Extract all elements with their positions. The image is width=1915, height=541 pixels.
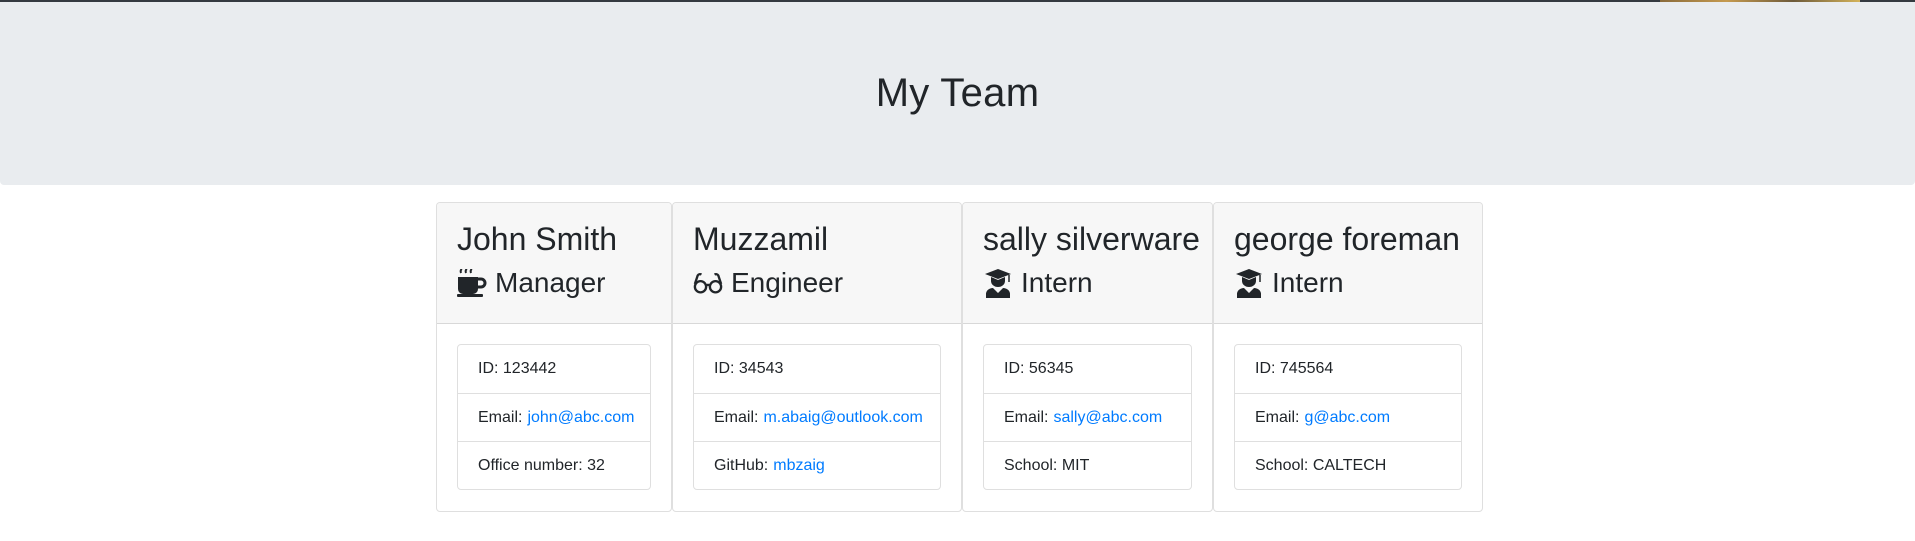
- card-header: sally silverware Intern: [963, 203, 1212, 324]
- email-row: Email: sally@abc.com: [984, 393, 1191, 441]
- employee-card-manager: John Smith Manager ID: 123442 Email: joh…: [436, 202, 672, 512]
- coffee-icon: [457, 268, 487, 298]
- card-header: george foreman Intern: [1214, 203, 1482, 324]
- graduate-icon: [1234, 268, 1264, 298]
- card-header: Muzzamil Engineer: [673, 203, 961, 324]
- school-row: School: MIT: [984, 441, 1191, 489]
- id-row: ID: 123442: [478, 360, 557, 377]
- header-banner: My Team: [0, 2, 1915, 185]
- card-body: ID: 34543 Email: m.abaig@outlook.com GitH…: [673, 324, 961, 510]
- employee-role: Manager: [457, 263, 651, 303]
- card-body: ID: 123442 Email: john@abc.com Office num…: [437, 324, 671, 510]
- email-link[interactable]: john@abc.com: [527, 409, 634, 427]
- employee-name: John Smith: [457, 221, 618, 257]
- email-row: Email: john@abc.com: [458, 393, 650, 441]
- card-body: ID: 56345 Email: sally@abc.com School: MI…: [963, 324, 1212, 510]
- role-label: Intern: [1272, 267, 1344, 298]
- card-body: ID: 745564 Email: g@abc.com School: CALTE…: [1214, 324, 1482, 510]
- employee-card-engineer: Muzzamil Engineer ID: 34543 Email: m.abai: [672, 202, 962, 512]
- employee-role: Intern: [1234, 263, 1462, 303]
- info-list: ID: 745564 Email: g@abc.com School: CALTE…: [1234, 344, 1462, 490]
- employee-name: george foreman: [1234, 221, 1460, 257]
- info-list: ID: 123442 Email: john@abc.com Office num…: [457, 344, 651, 490]
- email-link[interactable]: sally@abc.com: [1053, 409, 1162, 427]
- github-link[interactable]: mbzaig: [773, 457, 825, 475]
- office-number-row: Office number: 32: [458, 441, 650, 489]
- info-list: ID: 34543 Email: m.abaig@outlook.com GitH…: [693, 344, 941, 490]
- employee-role: Intern: [983, 263, 1192, 303]
- email-row: Email: m.abaig@outlook.com: [694, 393, 940, 441]
- page-title: My Team: [875, 71, 1040, 115]
- school-row: School: CALTECH: [1235, 441, 1461, 489]
- employee-role: Engineer: [693, 263, 941, 303]
- role-label: Manager: [495, 267, 606, 298]
- role-label: Engineer: [731, 267, 844, 298]
- employee-card-intern: george foreman Intern ID: 745564 Email: g…: [1213, 202, 1483, 512]
- email-link[interactable]: g@abc.com: [1304, 409, 1390, 427]
- glasses-icon: [693, 268, 723, 298]
- employee-card-intern: sally silverware Intern ID: 56345 Email:…: [962, 202, 1213, 512]
- card-header: John Smith Manager: [437, 203, 671, 324]
- employee-name: sally silverware: [983, 221, 1200, 257]
- github-row: GitHub: mbzaig: [694, 441, 940, 489]
- team-cards: John Smith Manager ID: 123442 Email: joh…: [436, 202, 1483, 512]
- id-row: ID: 56345: [1004, 360, 1074, 377]
- email-link[interactable]: m.abaig@outlook.com: [763, 409, 922, 427]
- id-row: ID: 745564: [1255, 360, 1334, 377]
- role-label: Intern: [1021, 267, 1093, 298]
- id-row: ID: 34543: [714, 360, 784, 377]
- graduate-icon: [983, 268, 1013, 298]
- info-list: ID: 56345 Email: sally@abc.com School: MI…: [983, 344, 1192, 490]
- employee-name: Muzzamil: [693, 221, 829, 257]
- email-row: Email: g@abc.com: [1235, 393, 1461, 441]
